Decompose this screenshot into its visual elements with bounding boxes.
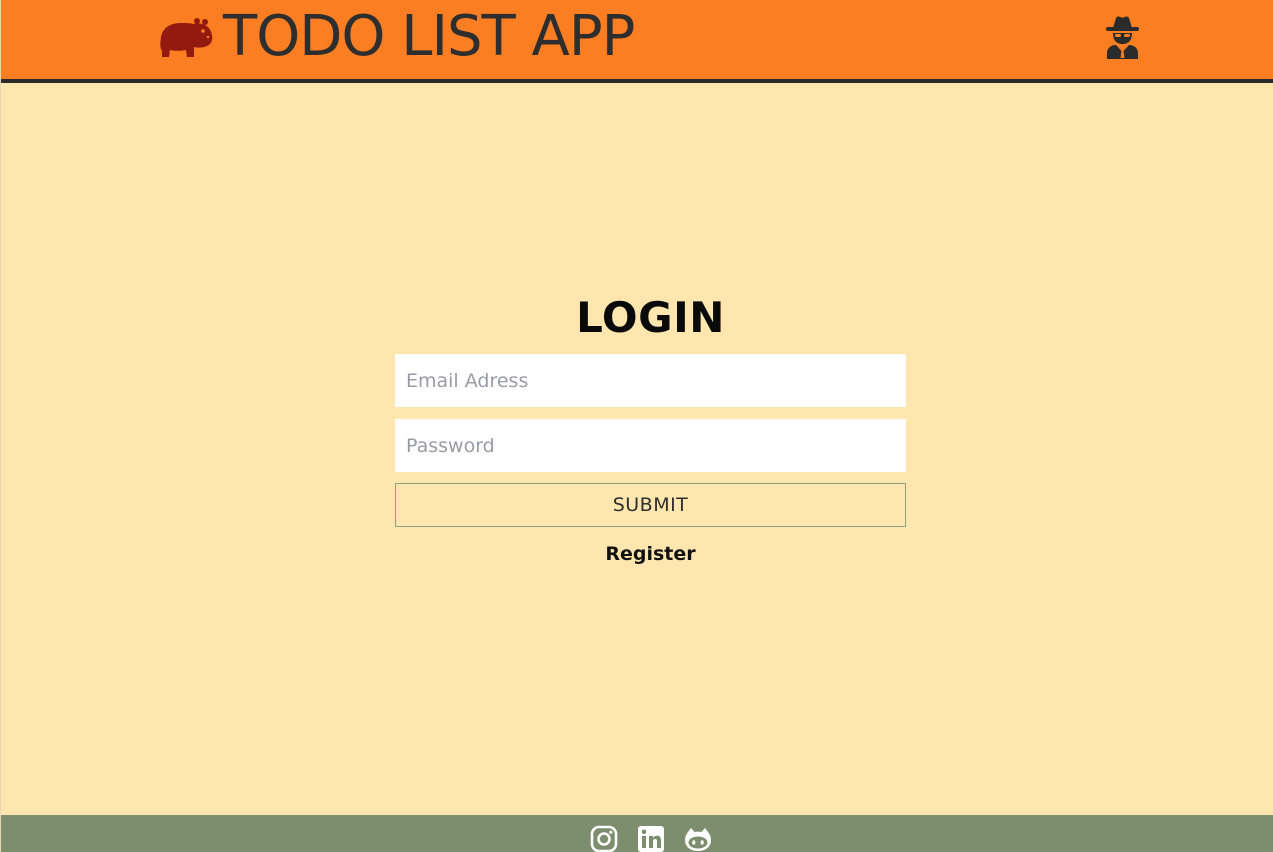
register-link[interactable]: Register (395, 543, 906, 565)
app-title: TODO LIST APP (223, 4, 635, 69)
github-icon[interactable] (684, 825, 712, 852)
hippo-icon (160, 18, 213, 57)
footer (1, 815, 1273, 852)
email-field[interactable] (395, 354, 906, 407)
brand[interactable]: TODO LIST APP (159, 2, 635, 72)
linkedin-icon[interactable] (637, 825, 665, 852)
login-page: LOGIN SUBMIT Register (1, 83, 1273, 815)
user-secret-icon[interactable] (1103, 15, 1142, 59)
app-header: TODO LIST APP (1, 0, 1273, 83)
submit-button[interactable]: SUBMIT (395, 483, 906, 527)
instagram-icon[interactable] (590, 825, 618, 852)
login-title: LOGIN (576, 293, 725, 342)
password-field[interactable] (395, 419, 906, 472)
